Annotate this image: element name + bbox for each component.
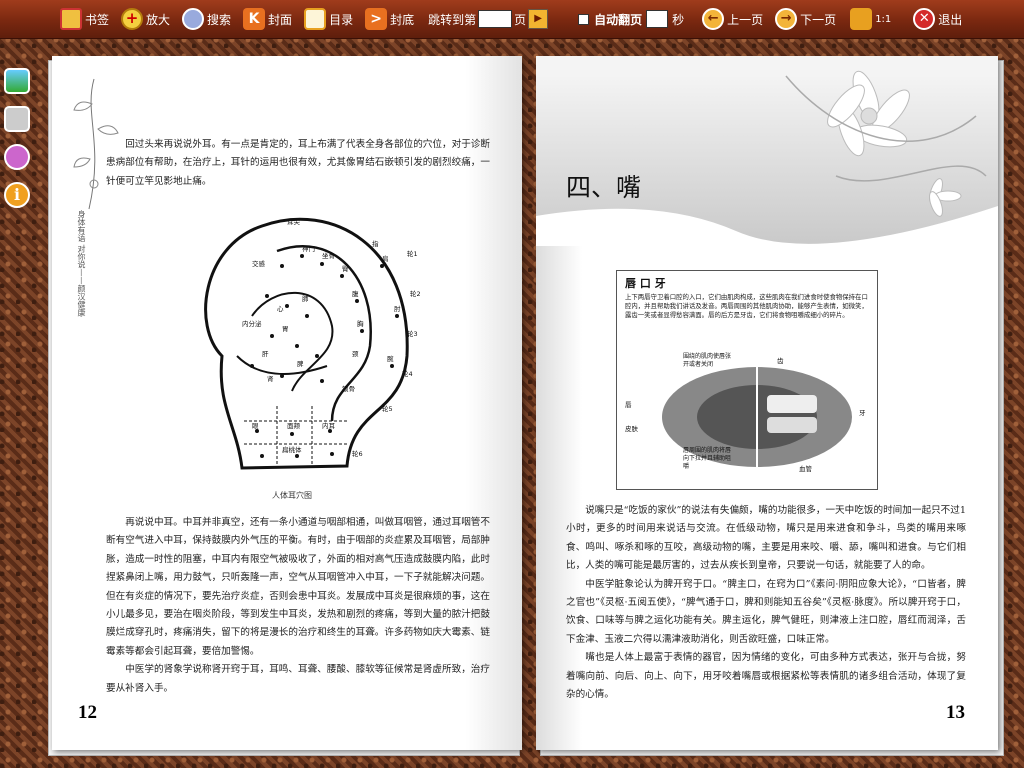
- ear-acupoint-label: 腕: [387, 354, 394, 363]
- bookmark-button[interactable]: 书签: [60, 8, 109, 30]
- ear-acupoint-label: 肾: [267, 374, 274, 383]
- ear-acupoint-label: 臀: [342, 265, 349, 273]
- close-icon: ✕: [913, 8, 936, 30]
- chapter-title: 四、嘴: [566, 173, 642, 202]
- ear-acupoint-diagram: 耳尖交感 神门坐骨臀腹胸颈 肩肘腕 指锁骨 胃肝脾肾 心 肺内分泌眼 面颊 内耳扁桃体 轮1 轮2 轮…: [204, 217, 421, 470]
- chapter-banner: 四、嘴: [536, 56, 998, 246]
- ear-acupoint-label: 指: [372, 239, 379, 248]
- page-jump-input[interactable]: [478, 10, 513, 28]
- first-page-icon: K: [243, 8, 266, 30]
- actual-size-button[interactable]: 1:1: [850, 8, 891, 30]
- ear-acupoint-label: 扁桃体: [282, 445, 302, 454]
- prev-page-button[interactable]: ← 上一页: [702, 8, 763, 30]
- ear-acupoint-label: 肩: [382, 254, 389, 263]
- arrow-right-icon: →: [775, 8, 798, 30]
- search-button[interactable]: 搜索: [182, 8, 231, 30]
- ear-acupoint-label: 内分泌: [242, 319, 262, 328]
- ear-acupoint-label: 轮3: [407, 329, 418, 338]
- ear-acupoint-label: 坐骨: [322, 251, 335, 260]
- auto-flip-seconds-input[interactable]: [646, 10, 669, 28]
- paragraph-expression: 嘴也是人体上最富于表情的器官，因为情绪的变化，可由多种方式表达，张开与合拢，努着…: [566, 652, 966, 701]
- ear-acupoint-label: 耳尖: [287, 217, 301, 226]
- figure-caption: 人体耳穴图: [272, 491, 312, 500]
- zoom-button[interactable]: + 放大: [121, 8, 170, 30]
- search-icon: [182, 8, 205, 30]
- lip-mouth-teeth-figure: 唇 口 牙 上下两唇守卫着口腔的入口，它们由肌肉构成，这些肌肉在我们进食时使食物…: [616, 270, 878, 490]
- running-header: 身体有语 对你说——颜汉健康: [77, 210, 86, 317]
- paragraph-middle-ear: 再说说中耳。中耳并非真空，还有一条小通道与咽部相通，叫做耳咽管，通过耳咽管不断有…: [106, 517, 490, 657]
- label-muscle-top: 围绕的肌肉使唇张开或者关闭: [683, 353, 732, 368]
- settings-icon[interactable]: [4, 144, 30, 170]
- auto-flip: 自动翻页 秒: [578, 10, 684, 28]
- side-toolbar: i: [4, 68, 32, 220]
- ear-acupoint-label: 交感: [252, 259, 266, 268]
- exit-button[interactable]: ✕ 退出: [913, 8, 962, 30]
- ear-acupoint-label: 轮5: [382, 404, 393, 413]
- go-icon[interactable]: ▶: [528, 9, 549, 29]
- paragraph-mouth-functions: 说嘴只是“吃饭的家伙”的说法有失偏颇，嘴的功能很多，一天中吃饭的时间加一起只不过…: [566, 505, 966, 572]
- ear-acupoint-label: 肺: [302, 295, 309, 303]
- label-teeth-right: 牙: [859, 409, 866, 417]
- ear-acupoint-label: 轮6: [352, 449, 363, 458]
- toc-icon: [304, 8, 327, 30]
- ear-acupoint-label: 颈: [352, 350, 359, 358]
- back-cover-button[interactable]: > 封底: [365, 8, 414, 30]
- ear-acupoint-label: 锁骨: [342, 384, 355, 393]
- page-jump: 跳转到第 页 ▶: [428, 9, 549, 29]
- figure-description: 上下两唇守卫着口腔的入口，它们由肌肉构成，这些肌肉在我们进食时使食物保持在口腔内…: [625, 293, 868, 319]
- right-page: 四、嘴 唇 口 牙 上下两唇守卫着口腔的入口，它们由肌肉构成，这些肌肉在我们进食…: [536, 56, 998, 750]
- bookmark-icon: [60, 8, 82, 30]
- paragraph-spleen: 中医学脏象论认为脾开窍于口。“脾主口，在窍为口”《素问·阴阳应象大论》，“口皆者…: [566, 578, 966, 645]
- ear-acupoint-label: 内耳: [322, 421, 336, 430]
- print-icon[interactable]: [4, 106, 30, 132]
- toc-button[interactable]: 目录: [304, 8, 353, 30]
- label-lip: 唇: [625, 401, 632, 409]
- ear-acupoint-label: 眼: [252, 422, 259, 430]
- auto-flip-checkbox[interactable]: [578, 13, 590, 25]
- label-vessel: 血管: [799, 465, 812, 473]
- flower-ornament: [536, 70, 998, 246]
- left-page: 身体有语 对你说——颜汉健康 回过头来再说说外耳。有一点是肯定的，耳上布满了代表…: [52, 56, 522, 750]
- ear-acupoint-label: 腹: [352, 289, 359, 298]
- zoom-in-icon: +: [121, 8, 144, 30]
- ear-acupoint-label: 胃: [282, 325, 289, 333]
- image-icon[interactable]: [4, 68, 30, 94]
- cover-button[interactable]: K 封面: [243, 8, 292, 30]
- ear-acupoint-label: 轮2: [410, 289, 421, 298]
- paragraph-kidney: 中医学的肾象学说称肾开窍于耳，耳鸣、耳聋、腰酸、膝软等征候常是肾虚所致，治疗要从…: [106, 664, 490, 694]
- page-number-right: 13: [946, 702, 965, 723]
- ear-acupoint-label: 轮4: [402, 369, 413, 378]
- ear-acupoint-label: 胸: [357, 319, 364, 328]
- label-teeth-top: 齿: [777, 357, 784, 365]
- label-skin: 皮肤: [625, 425, 638, 433]
- ear-acupoint-label: 心: [277, 305, 284, 313]
- arrow-left-icon: ←: [702, 8, 725, 30]
- paragraph-outer-ear: 回过头来再说说外耳。有一点是肯定的，耳上布满了代表全身各部位的穴位，对于诊断患病…: [106, 139, 490, 187]
- figure-title: 唇 口 牙: [625, 277, 666, 290]
- book-spread: 身体有语 对你说——颜汉健康 回过头来再说说外耳。有一点是肯定的，耳上布满了代表…: [46, 56, 1016, 756]
- ear-acupoint-label: 肝: [262, 350, 269, 358]
- ear-acupoint-label: 肘: [394, 304, 401, 313]
- toolbar: 书签 + 放大 搜索 K 封面 目录 > 封底 跳转到第 页 ▶ 自动翻页 秒 …: [0, 0, 1024, 39]
- page-number-left: 12: [78, 702, 97, 723]
- next-page-button[interactable]: → 下一页: [775, 8, 836, 30]
- actual-size-icon: [850, 8, 873, 30]
- ear-acupoint-label: 面颊: [287, 421, 301, 430]
- ear-acupoint-label: 神门: [302, 244, 315, 253]
- label-muscle-bottom: 唇周围的肌肉将唇向下拉并且辅助咀嚼: [683, 447, 732, 470]
- ear-acupoint-label: 轮1: [407, 249, 418, 258]
- last-page-icon: >: [365, 8, 388, 30]
- ear-acupoint-label: 脾: [297, 359, 304, 368]
- info-icon[interactable]: i: [4, 182, 30, 208]
